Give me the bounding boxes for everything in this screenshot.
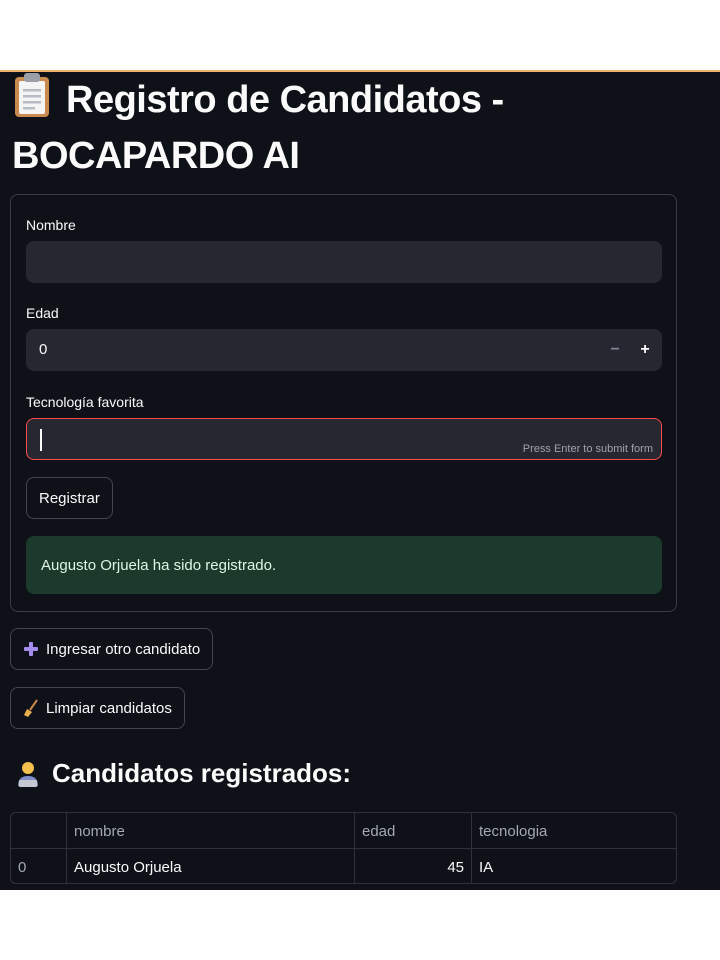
edad-cell[interactable]: 45	[355, 849, 472, 883]
tecnologia-cell[interactable]: IA	[472, 849, 676, 883]
tecnologia-input[interactable]: Press Enter to submit form	[26, 418, 662, 460]
clipboard-icon	[12, 72, 52, 131]
clear-candidates-label: Limpiar candidatos	[46, 699, 172, 717]
success-message: Augusto Orjuela ha sido registrado.	[41, 556, 277, 574]
edad-label: Edad	[26, 305, 59, 321]
table-row: 0 Augusto Orjuela 45 IA	[11, 849, 676, 883]
text-cursor	[40, 429, 42, 451]
edad-value: 0	[39, 341, 48, 358]
nombre-input[interactable]	[26, 241, 662, 283]
page-title-text: Registro de Candidatos - BOCAPARDO AI	[12, 79, 504, 177]
register-button[interactable]: Registrar	[26, 477, 113, 519]
column-header-index[interactable]	[11, 813, 67, 849]
register-button-label: Registrar	[39, 489, 100, 507]
person-at-laptop-icon	[14, 760, 42, 788]
registration-form: Nombre Edad 0 − + Tecnología favorita Pr…	[10, 194, 677, 612]
edad-number-input[interactable]: 0 − +	[26, 329, 662, 371]
table-header-row: nombre edad tecnologia	[11, 813, 676, 849]
success-alert: Augusto Orjuela ha sido registrado.	[26, 536, 662, 594]
nombre-cell[interactable]: Augusto Orjuela	[67, 849, 355, 883]
page-title: Registro de Candidatos - BOCAPARDO AI	[12, 72, 612, 181]
section-title-text: Candidatos registrados:	[52, 758, 352, 788]
add-candidate-label: Ingresar otro candidato	[46, 640, 201, 658]
column-header-edad[interactable]: edad	[355, 813, 472, 849]
submit-hint: Press Enter to submit form	[522, 443, 653, 455]
add-candidate-button[interactable]: Ingresar otro candidato	[10, 628, 214, 670]
clear-candidates-button[interactable]: Limpiar candidatos	[10, 687, 185, 729]
column-header-tecnologia[interactable]: tecnologia	[472, 813, 676, 849]
decrement-button[interactable]: −	[600, 329, 630, 371]
app-main: Registro de Candidatos - BOCAPARDO AI No…	[0, 70, 720, 890]
nombre-label: Nombre	[26, 217, 76, 233]
broom-icon	[23, 699, 39, 717]
increment-button[interactable]: +	[630, 329, 660, 371]
column-header-nombre[interactable]: nombre	[67, 813, 355, 849]
candidates-table: nombre edad tecnologia 0 Augusto Orjuela…	[10, 812, 677, 884]
plus-icon	[23, 641, 39, 657]
section-title: Candidatos registrados:	[14, 758, 351, 789]
row-index-cell[interactable]: 0	[11, 849, 67, 883]
tecnologia-label: Tecnología favorita	[26, 394, 144, 410]
